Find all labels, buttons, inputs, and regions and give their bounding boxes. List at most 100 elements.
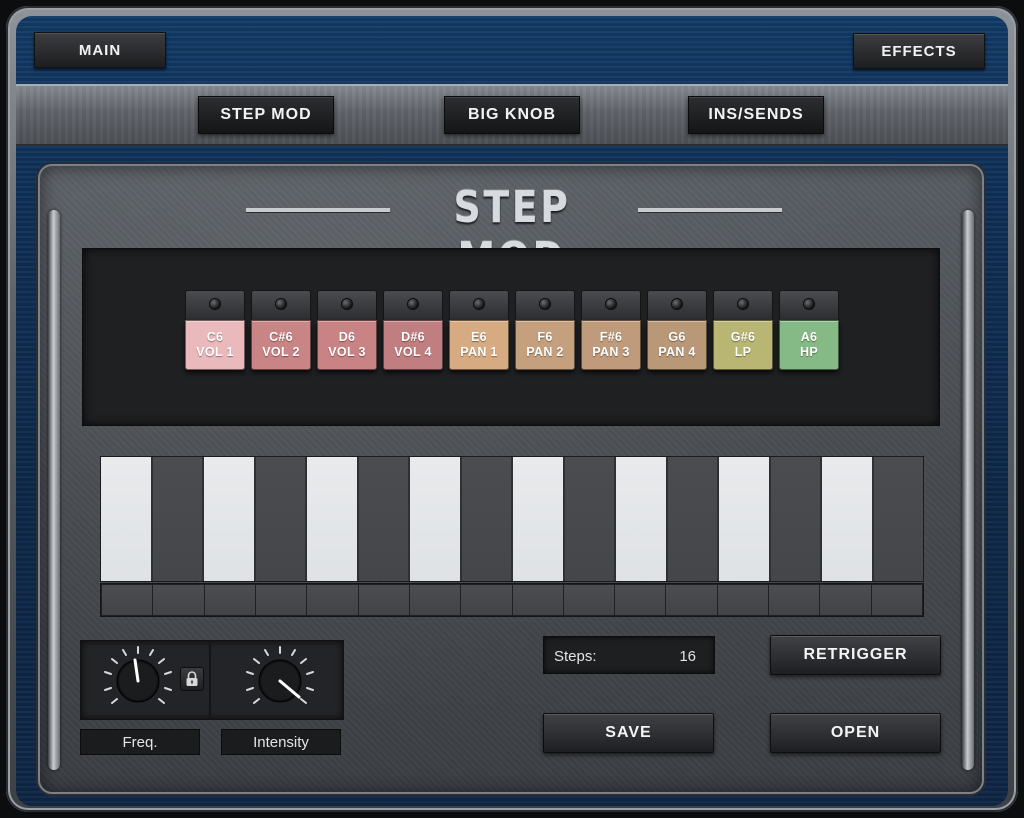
freq-label: Freq. [80,729,200,755]
step-key[interactable] [770,457,822,581]
main-button[interactable]: MAIN [34,32,166,68]
pad-param: VOL 3 [328,345,366,359]
effects-button[interactable]: EFFECTS [853,33,985,69]
step-cell[interactable] [153,585,204,615]
step-key[interactable] [307,457,359,581]
pad-face[interactable]: D6 VOL 3 [317,320,377,370]
pad-face[interactable]: D#6 VOL 4 [383,320,443,370]
led-icon [672,299,682,309]
pad[interactable]: D#6 VOL 4 [383,290,443,382]
step-cell[interactable] [307,585,358,615]
pad-param: LP [734,345,752,359]
lock-icon[interactable] [180,667,204,691]
step-key[interactable] [461,457,513,581]
pad-cap [449,290,509,320]
pad-face[interactable]: F6 PAN 2 [515,320,575,370]
pad[interactable]: G#6 LP [713,290,773,382]
pad-face[interactable]: C6 VOL 1 [185,320,245,370]
step-key[interactable] [667,457,719,581]
pad-cap [779,290,839,320]
step-key[interactable] [255,457,307,581]
title-line-right [638,208,782,212]
open-button[interactable]: OPEN [770,713,941,753]
pad[interactable]: C6 VOL 1 [185,290,245,382]
save-button[interactable]: SAVE [543,713,714,753]
pad-param: PAN 2 [526,345,564,359]
pad-cap [185,290,245,320]
step-cell[interactable] [615,585,666,615]
pad-param: VOL 1 [196,345,234,359]
step-cell[interactable] [358,585,409,615]
led-icon [210,299,220,309]
step-key[interactable] [101,457,153,581]
step-cell[interactable] [563,585,615,615]
pad[interactable]: A6 HP [779,290,839,382]
pad-cap [383,290,443,320]
step-cell[interactable] [461,585,512,615]
led-icon [342,299,352,309]
pad-note: D#6 [401,330,425,344]
pad-note: G#6 [730,330,756,344]
led-icon [804,299,814,309]
steps-value: 16 [679,648,696,665]
step-cell[interactable] [409,585,461,615]
pad-cap [581,290,641,320]
pad-face[interactable]: C#6 VOL 2 [251,320,311,370]
pad[interactable]: D6 VOL 3 [317,290,377,382]
step-key[interactable] [358,457,410,581]
step-key[interactable] [616,457,668,581]
pad-note: C#6 [269,330,293,344]
pad-note: F6 [537,330,553,344]
pad-param: VOL 2 [262,345,300,359]
pad-cap [515,290,575,320]
retrigger-button[interactable]: RETRIGGER [770,635,941,675]
pad[interactable]: F#6 PAN 3 [581,290,641,382]
left-rail [48,210,60,770]
pad-face[interactable]: G6 PAN 4 [647,320,707,370]
step-key[interactable] [410,457,462,581]
led-icon [738,299,748,309]
led-icon [474,299,484,309]
step-key[interactable] [204,457,256,581]
led-icon [606,299,616,309]
pad-cap [317,290,377,320]
intensity-label: Intensity [221,729,341,755]
step-cell[interactable] [717,585,769,615]
step-key[interactable] [873,457,923,581]
steps-field[interactable]: Steps: 16 [543,636,715,674]
pad[interactable]: F6 PAN 2 [515,290,575,382]
step-cell[interactable] [769,585,820,615]
pad[interactable]: G6 PAN 4 [647,290,707,382]
pad-face[interactable]: A6 HP [779,320,839,370]
pad-note: E6 [471,330,487,344]
pad[interactable]: E6 PAN 1 [449,290,509,382]
tab-ins-sends[interactable]: INS/SENDS [688,96,824,134]
step-cell[interactable] [255,585,307,615]
pad[interactable]: C#6 VOL 2 [251,290,311,382]
steps-label: Steps: [554,648,597,665]
step-cell[interactable] [666,585,717,615]
step-key[interactable] [152,457,204,581]
step-key[interactable] [719,457,771,581]
step-cell[interactable] [204,585,255,615]
pad-param: PAN 3 [592,345,630,359]
led-icon [540,299,550,309]
tab-big-knob[interactable]: BIG KNOB [444,96,580,134]
pad-param: HP [800,345,818,359]
intensity-knob[interactable] [244,645,316,717]
step-indicator-row [100,583,924,617]
step-cell[interactable] [820,585,871,615]
tab-step-mod[interactable]: STEP MOD [198,96,334,134]
step-key[interactable] [564,457,616,581]
pad-face[interactable]: F#6 PAN 3 [581,320,641,370]
step-cell[interactable] [871,585,922,615]
step-key[interactable] [822,457,874,581]
step-cell[interactable] [102,585,153,615]
pad-note: G6 [668,330,686,344]
pad-face[interactable]: E6 PAN 1 [449,320,509,370]
freq-knob[interactable] [102,645,174,717]
step-cell[interactable] [512,585,563,615]
pad-face[interactable]: G#6 LP [713,320,773,370]
step-keys [100,456,924,582]
step-key[interactable] [513,457,565,581]
